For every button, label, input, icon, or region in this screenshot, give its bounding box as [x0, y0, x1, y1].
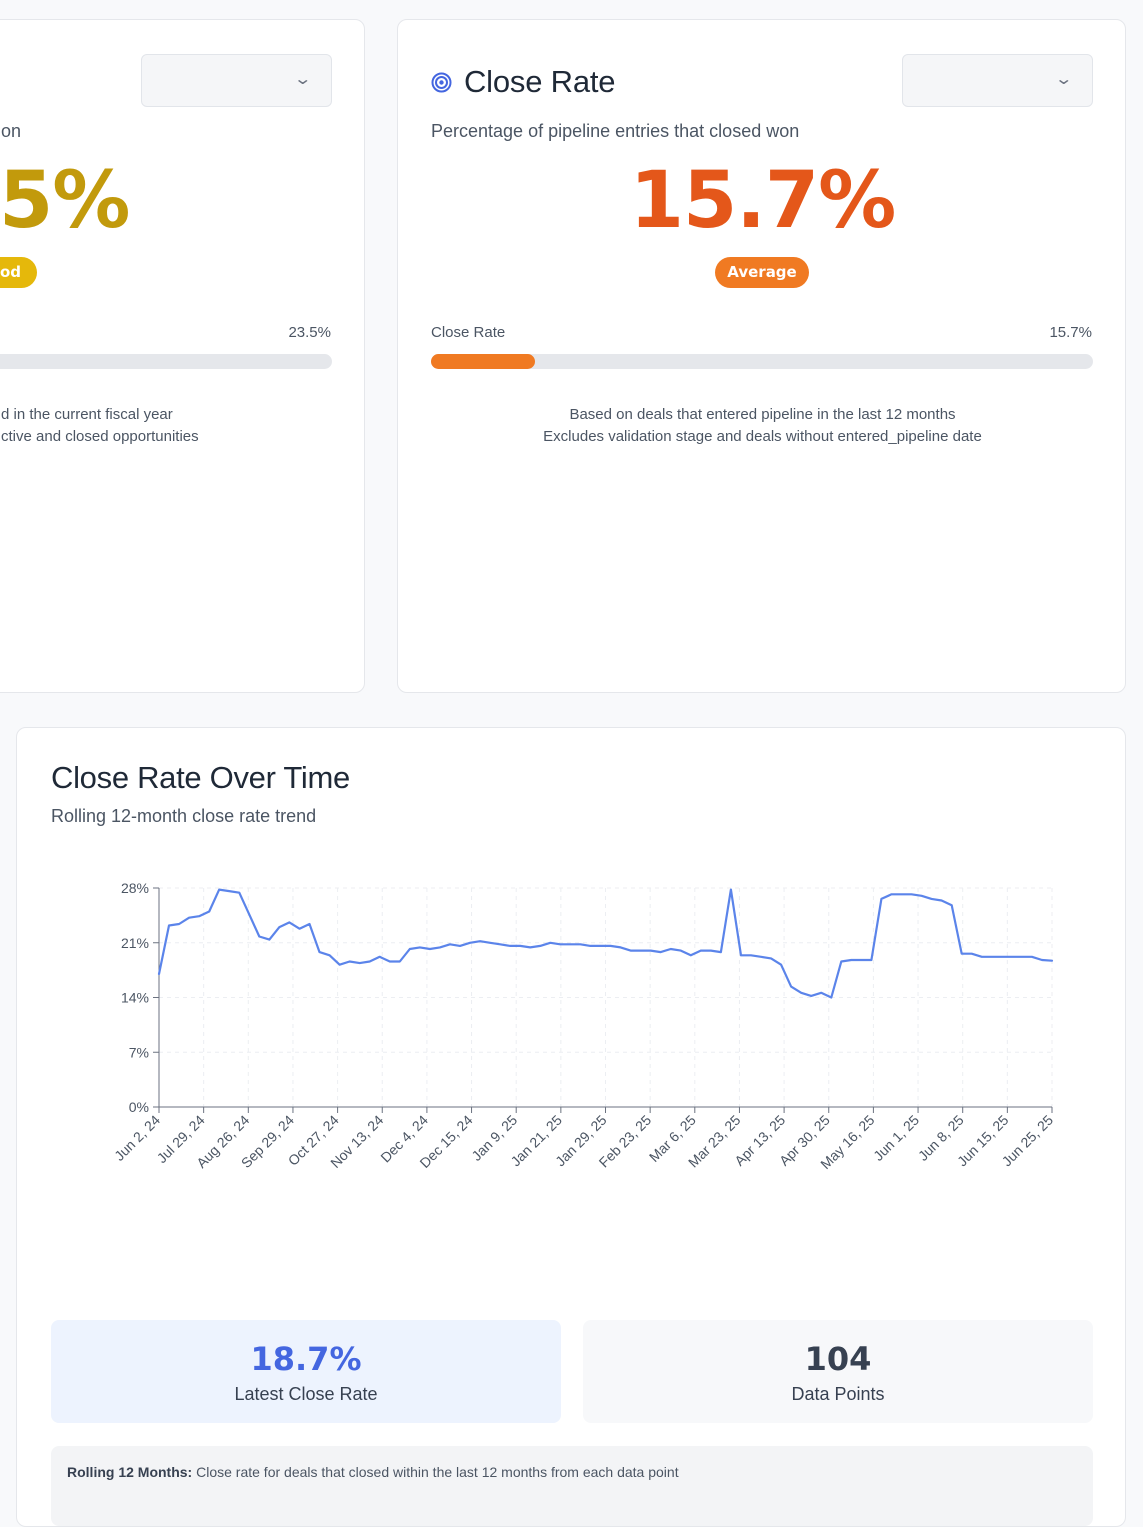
data-points-label: Data Points: [791, 1384, 885, 1404]
metric-value: 5%: [0, 156, 130, 246]
card-header: Close Rate: [431, 64, 616, 100]
chevron-down-icon: ⌄: [1053, 71, 1073, 88]
note-line-2: ctive and closed opportunities: [1, 428, 199, 445]
latest-close-rate-box: 18.7% Latest Close Rate: [51, 1320, 561, 1423]
latest-close-rate-label: Latest Close Rate: [234, 1384, 378, 1404]
footnote-text: Close rate for deals that closed within …: [192, 1464, 679, 1480]
note-line-1: Based on deals that entered pipeline in …: [569, 406, 956, 423]
metric-value: 15.7%: [629, 156, 897, 246]
rolling-footnote: Rolling 12 Months: Close rate for deals …: [51, 1446, 1093, 1526]
status-badge: Average: [715, 257, 809, 288]
y-tick-label: 7%: [129, 1044, 149, 1060]
close-rate-trend-card: Close Rate Over Time Rolling 12-month cl…: [16, 727, 1126, 1527]
close-rate-card: Close Rate ⌄ Percentage of pipeline entr…: [397, 19, 1126, 693]
period-select[interactable]: ⌄: [141, 54, 332, 107]
x-tick-label: Jun 1, 25: [870, 1112, 922, 1164]
progress-bar-fill: [431, 354, 535, 369]
y-tick-label: 14%: [121, 990, 149, 1006]
data-points-value: 104: [804, 1340, 872, 1378]
note-line-1: d in the current fiscal year: [1, 406, 173, 423]
chevron-down-icon: ⌄: [292, 71, 312, 88]
period-select[interactable]: ⌄: [902, 54, 1093, 107]
progress-bar: [0, 354, 332, 369]
conversion-card: ⌄ on 5% od 23.5% d in the current fiscal…: [0, 19, 365, 693]
card-subtitle: on: [1, 121, 22, 141]
footnote-bold: Rolling 12 Months:: [67, 1464, 193, 1480]
note-line-2: Excludes validation stage and deals with…: [543, 428, 982, 445]
y-tick-label: 0%: [129, 1099, 149, 1115]
data-points-box: 104 Data Points: [583, 1320, 1093, 1423]
y-tick-label: 21%: [121, 935, 149, 951]
card-subtitle: Percentage of pipeline entries that clos…: [431, 121, 800, 141]
target-icon: [431, 72, 452, 92]
close-rate-line-chart: 0%7%14%21%28%Jun 2, 24Jul 29, 24Aug 26, …: [111, 880, 1056, 1172]
bar-value-label: 15.7%: [1049, 324, 1092, 341]
card-title: Close Rate: [464, 64, 616, 99]
latest-close-rate-value: 18.7%: [250, 1340, 362, 1378]
y-tick-label: 28%: [121, 880, 149, 896]
progress-bar: [431, 354, 1093, 369]
status-badge: od: [0, 257, 37, 288]
bar-label: Close Rate: [431, 324, 506, 341]
bar-value-label: 23.5%: [288, 324, 331, 341]
